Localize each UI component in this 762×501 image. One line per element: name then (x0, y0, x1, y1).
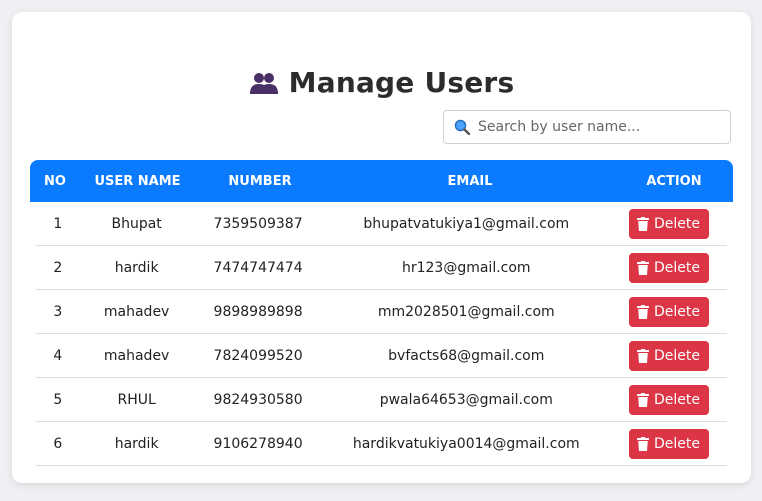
cell-action: Delete (610, 428, 727, 459)
header-user-name: USER NAME (94, 173, 181, 189)
delete-button[interactable]: Delete (628, 252, 709, 283)
delete-label: Delete (654, 347, 700, 364)
trash-icon (637, 348, 654, 363)
trash-icon (637, 216, 654, 231)
cell-email: hardikvatukiya0014@gmail.com (352, 435, 580, 452)
search-box[interactable] (443, 110, 731, 144)
search-icon (454, 119, 471, 136)
table-row: 1 Bhupat 7359509387 bhupatvatukiya1@gmail.c… (36, 202, 727, 246)
cell-email: bhupatvatukiya1@gmail.com (363, 215, 570, 232)
manage-users-card: Manage Users NO USER NAME NUMBER EMAIL A… (12, 12, 751, 483)
cell-email: mm2028501@gmail.com (377, 303, 555, 320)
table-row: 2 hardik 7474747474 hr123@gmail.com Delete (36, 246, 727, 290)
cell-number: 7474747474 (213, 259, 303, 276)
cell-no: 3 (53, 303, 63, 320)
page-title-text: Manage Users (288, 66, 515, 99)
trash-icon (637, 260, 654, 275)
cell-action: Delete (610, 384, 727, 415)
header-email: EMAIL (447, 173, 493, 189)
cell-email: pwala64653@gmail.com (379, 391, 553, 408)
table-row: 5 RHUL 9824930580 pwala64653@gmail.com Delet… (36, 378, 727, 422)
cell-email: bvfacts68@gmail.com (388, 347, 545, 364)
cell-action: Delete (610, 296, 727, 327)
delete-button[interactable]: Delete (628, 208, 709, 239)
delete-label: Delete (654, 259, 700, 276)
cell-number: 9824930580 (213, 391, 303, 408)
delete-label: Delete (654, 391, 700, 408)
cell-number: 7824099520 (213, 347, 303, 364)
table-header: NO USER NAME NUMBER EMAIL ACTION (30, 160, 733, 202)
cell-no: 5 (53, 391, 63, 408)
cell-user-name: hardik (114, 259, 159, 276)
cell-action: Delete (610, 208, 727, 239)
users-icon (249, 69, 279, 102)
delete-label: Delete (654, 215, 700, 232)
cell-user-name: Bhupat (111, 215, 162, 232)
delete-label: Delete (654, 303, 700, 320)
header-number: NUMBER (228, 173, 292, 189)
table-row: 6 hardik 9106278940 hardikvatukiya0014@gmai… (36, 422, 727, 466)
trash-icon (637, 392, 654, 407)
delete-label: Delete (654, 435, 700, 452)
delete-button[interactable]: Delete (628, 428, 709, 459)
cell-no: 4 (53, 347, 63, 364)
cell-number: 9898989898 (213, 303, 303, 320)
trash-icon (637, 304, 654, 319)
delete-button[interactable]: Delete (628, 384, 709, 415)
header-no: NO (44, 173, 66, 189)
cell-no: 6 (53, 435, 63, 452)
delete-button[interactable]: Delete (628, 296, 709, 327)
cell-user-name: mahadev (103, 303, 170, 320)
cell-user-name: mahadev (103, 347, 170, 364)
cell-number: 9106278940 (213, 435, 303, 452)
table-row: 4 mahadev 7824099520 bvfacts68@gmail.com Del… (36, 334, 727, 378)
cell-email: hr123@gmail.com (401, 259, 531, 276)
search-input[interactable] (476, 118, 720, 136)
cell-no: 1 (53, 215, 63, 232)
trash-icon (637, 436, 654, 451)
users-table: NO USER NAME NUMBER EMAIL ACTION 1 Bhupat… (30, 160, 733, 466)
cell-number: 7359509387 (213, 215, 303, 232)
delete-button[interactable]: Delete (628, 340, 709, 371)
cell-action: Delete (610, 340, 727, 371)
cell-user-name: hardik (114, 435, 159, 452)
cell-action: Delete (610, 252, 727, 283)
header-action: ACTION (646, 173, 702, 189)
cell-no: 2 (53, 259, 63, 276)
page-title: Manage Users (12, 66, 751, 102)
table-row: 3 mahadev 9898989898 mm2028501@gmail.com Del… (36, 290, 727, 334)
table-body: 1 Bhupat 7359509387 bhupatvatukiya1@gmail.c… (30, 202, 733, 466)
cell-user-name: RHUL (117, 391, 156, 408)
